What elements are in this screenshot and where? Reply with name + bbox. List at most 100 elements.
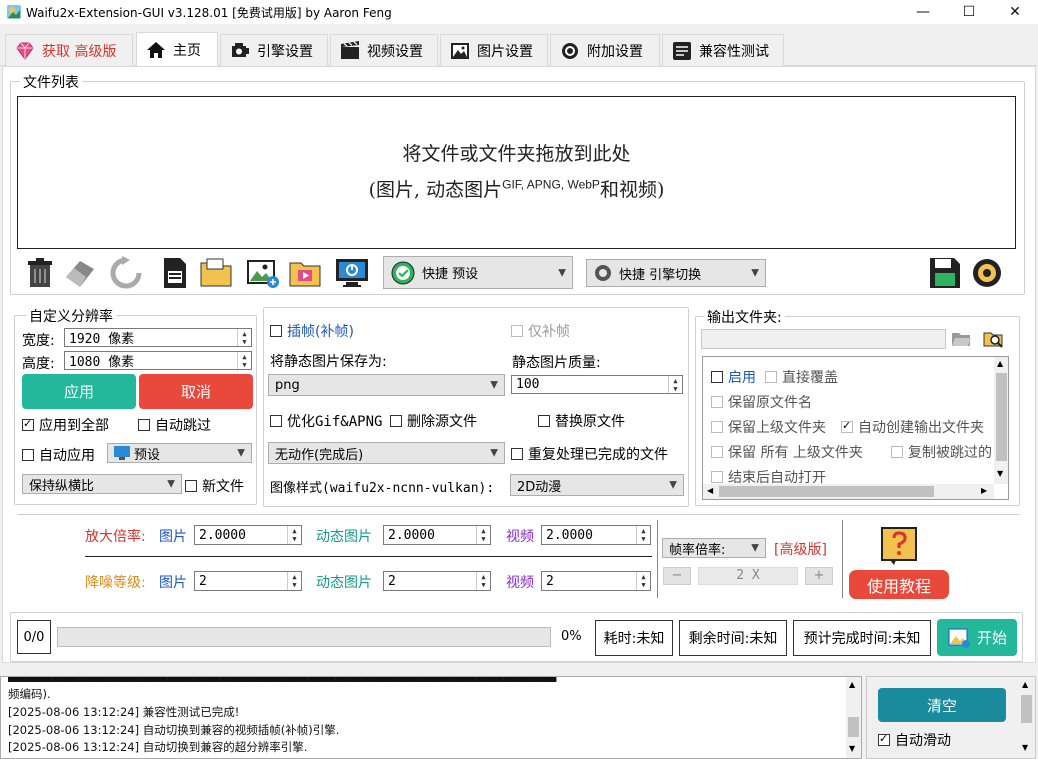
delete-source-checkbox[interactable]: 删除源文件 — [390, 411, 477, 431]
output-options-scroll-area[interactable]: 启用 直接覆盖 保留原文件名 保留上级文件夹 自动创建输出文件夹 保留 所有 上… — [702, 356, 1009, 500]
tab-compatibility-test[interactable]: 兼容性测试 — [662, 34, 784, 66]
folder-open-icon[interactable] — [950, 328, 972, 350]
quick-preset-combo[interactable]: 快捷 预设 ▼ — [383, 256, 573, 289]
image-style-combo[interactable]: 2D动漫 ▼ — [510, 474, 684, 496]
checkbox-box — [711, 471, 723, 483]
checkbox-box — [711, 396, 723, 408]
denoise-image-input[interactable]: 2 ▲ ▼ — [194, 571, 302, 591]
eraser-icon[interactable] — [62, 255, 98, 291]
settings-gear-icon[interactable] — [969, 255, 1005, 291]
scroll-down-icon[interactable]: ▼ — [849, 744, 855, 753]
tutorial-button[interactable]: 使用教程 — [849, 570, 949, 599]
log-area[interactable]: ▆▆▆▆▆▆▆▆▆▆▆▆▆▆▆▆▆▆▆▆▆▆▆▆▆▆▆▆▆▆▆▆▆▆▆▆▆▆▆▆… — [0, 676, 862, 759]
framerate-minus-button[interactable]: − — [663, 567, 691, 585]
post-action-combo[interactable]: 无动作(完成后) ▼ — [268, 442, 505, 464]
width-input[interactable]: 1920 像素 ▲ ▼ — [64, 328, 252, 347]
file-icon[interactable] — [156, 255, 192, 291]
checkbox-box — [711, 421, 723, 433]
vertical-scrollbar[interactable]: ▲ ▼ — [994, 357, 1008, 484]
help-icon[interactable] — [878, 524, 920, 566]
scroll-down-icon[interactable]: ▼ — [1022, 743, 1028, 752]
start-button[interactable]: 开始 — [937, 619, 1017, 656]
spinner[interactable]: ▲ ▼ — [636, 526, 650, 544]
maximize-button[interactable]: ☐ — [946, 0, 992, 24]
height-spinner[interactable]: ▲ ▼ — [237, 352, 251, 369]
scroll-right-icon[interactable]: ▶ — [981, 486, 987, 495]
resolution-preset-combo[interactable]: 预设 ▼ — [107, 443, 252, 463]
height-input[interactable]: 1080 像素 ▲ ▼ — [64, 351, 252, 370]
folder-list-icon[interactable] — [198, 255, 234, 291]
quality-spinner[interactable]: ▲ ▼ — [668, 376, 682, 393]
scroll-up-icon[interactable]: ▲ — [849, 680, 855, 689]
minimize-button[interactable]: — — [900, 0, 946, 24]
denoise-anim-input[interactable]: 2 ▲ ▼ — [383, 571, 491, 591]
tab-additional-settings[interactable]: 附加设置 — [550, 34, 660, 66]
keep-parent-checkbox[interactable]: 保留上级文件夹 — [711, 417, 826, 437]
scrollbar-thumb[interactable] — [719, 486, 934, 497]
interpolation-only-checkbox[interactable]: 仅补帧 — [511, 321, 570, 341]
tab-video-settings[interactable]: 视频设置 — [330, 34, 438, 66]
image-format-combo[interactable]: png ▼ — [268, 374, 505, 396]
framerate-combo[interactable]: 帧率倍率: ▼ — [662, 538, 766, 558]
add-image-icon[interactable] — [245, 255, 281, 291]
folder-search-icon[interactable] — [982, 327, 1006, 351]
scrollbar-thumb[interactable] — [996, 373, 1007, 461]
keep-filename-checkbox[interactable]: 保留原文件名 — [711, 392, 812, 412]
aspect-ratio-combo[interactable]: 保持纵横比 ▼ — [22, 474, 182, 494]
log-scrollbar[interactable]: ▲ ▼ — [846, 677, 861, 758]
apply-all-checkbox[interactable]: 应用到全部 — [22, 415, 109, 435]
log-controls-scrollbar[interactable]: ▲ ▼ — [1018, 677, 1035, 758]
spinner[interactable]: ▲ ▼ — [287, 526, 301, 544]
add-folder-icon[interactable] — [287, 255, 323, 291]
scale-image-input[interactable]: 2.0000 ▲ ▼ — [194, 525, 302, 545]
tab-image-settings[interactable]: 图片设置 — [440, 34, 548, 66]
spinner[interactable]: ▲ ▼ — [636, 572, 650, 590]
reprocess-checkbox[interactable]: 重复处理已完成的文件 — [511, 444, 668, 464]
save-static-as-label: 将静态图片保存为: — [270, 354, 387, 370]
trash-icon[interactable] — [22, 255, 58, 291]
file-drop-zone[interactable]: 将文件或文件夹拖放到此处 (图片, 动态图片GIF, APNG, WebP和视频… — [17, 96, 1016, 249]
replace-source-checkbox[interactable]: 替换原文件 — [538, 411, 625, 431]
static-quality-label: 静态图片质量: — [512, 355, 601, 371]
new-file-checkbox[interactable]: 新文件 — [185, 476, 244, 496]
auto-skip-checkbox[interactable]: 自动跳过 — [138, 415, 211, 435]
scroll-down-icon[interactable]: ▼ — [997, 469, 1003, 478]
scale-label: 放大倍率: — [85, 529, 146, 545]
quality-input[interactable]: 100 ▲ ▼ — [511, 375, 683, 394]
denoise-video-input[interactable]: 2 ▲ ▼ — [541, 571, 651, 591]
scroll-left-icon[interactable]: ◀ — [707, 486, 713, 495]
output-path-input[interactable] — [701, 329, 946, 349]
spinner[interactable]: ▲ ▼ — [287, 572, 301, 590]
auto-create-checkbox[interactable]: 自动创建输出文件夹 — [841, 417, 984, 437]
framerate-plus-button[interactable]: + — [805, 567, 833, 585]
spinner[interactable]: ▲ ▼ — [476, 526, 490, 544]
tab-get-premium[interactable]: 获取 高级版 — [5, 34, 133, 66]
scrollbar-thumb[interactable] — [848, 717, 859, 737]
quick-engine-combo[interactable]: 快捷 引擎切换 ▼ — [586, 259, 766, 287]
interpolation-checkbox[interactable]: 插帧(补帧) — [270, 321, 354, 341]
power-monitor-icon[interactable] — [334, 255, 370, 291]
refresh-icon[interactable] — [108, 255, 144, 291]
close-button[interactable]: ✕ — [992, 0, 1038, 24]
cancel-button[interactable]: 取消 — [139, 374, 253, 409]
width-spinner[interactable]: ▲ ▼ — [237, 329, 251, 346]
scale-anim-input[interactable]: 2.0000 ▲ ▼ — [383, 525, 491, 545]
tab-engine-settings[interactable]: 引擎设置 — [220, 34, 328, 66]
apply-button[interactable]: 应用 — [22, 374, 136, 409]
save-settings-icon[interactable] — [927, 255, 963, 291]
spinner[interactable]: ▲ ▼ — [476, 572, 490, 590]
tab-home[interactable]: 主页 — [136, 32, 218, 67]
horizontal-scrollbar[interactable]: ◀ ▶ — [703, 484, 994, 499]
scrollbar-thumb[interactable] — [1021, 695, 1032, 723]
overwrite-checkbox[interactable]: 直接覆盖 — [765, 367, 838, 387]
auto-scroll-checkbox[interactable]: 自动滑动 — [878, 730, 951, 750]
copy-skipped-checkbox[interactable]: 复制被跳过的 — [891, 442, 992, 462]
scroll-up-icon[interactable]: ▲ — [1022, 680, 1028, 689]
keep-all-parents-checkbox[interactable]: 保留 所有 上级文件夹 — [711, 442, 863, 462]
optimize-gif-checkbox[interactable]: 优化Gif&APNG — [270, 411, 382, 431]
scroll-up-icon[interactable]: ▲ — [997, 359, 1003, 368]
scale-video-input[interactable]: 2.0000 ▲ ▼ — [541, 525, 651, 545]
auto-apply-checkbox[interactable]: 自动应用 — [22, 445, 95, 465]
output-enable-checkbox[interactable]: 启用 — [711, 367, 756, 387]
clear-log-button[interactable]: 清空 — [878, 688, 1006, 722]
